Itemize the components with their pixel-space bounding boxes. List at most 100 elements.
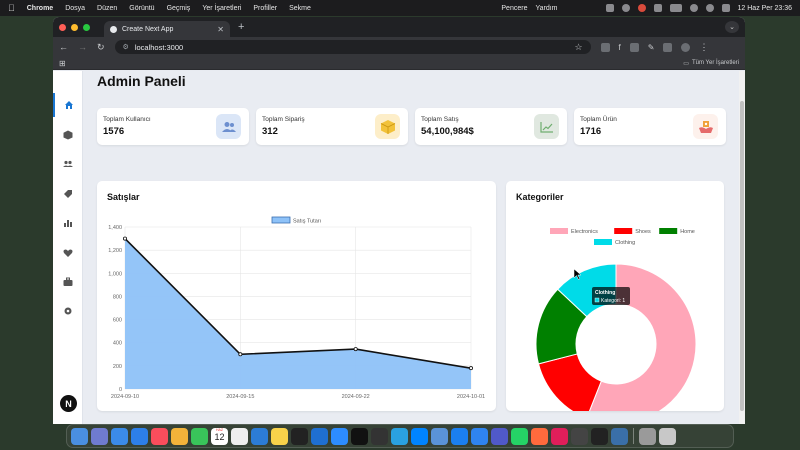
- menu-edit[interactable]: Düzen: [97, 5, 117, 12]
- extension-icon[interactable]: [629, 42, 639, 52]
- photos-icon[interactable]: [171, 427, 188, 445]
- messenger-icon[interactable]: [411, 427, 428, 445]
- font-extension-icon[interactable]: f: [619, 43, 621, 52]
- scrollbar-thumb[interactable]: [740, 101, 744, 411]
- tray-battery-icon[interactable]: [669, 4, 682, 12]
- terminal2-icon[interactable]: [371, 427, 388, 445]
- profile-avatar-icon[interactable]: [681, 42, 691, 52]
- sidebar-item-users[interactable]: [53, 152, 83, 176]
- more-menu-icon[interactable]: ⋮: [699, 42, 708, 53]
- sidebar-item-settings[interactable]: [53, 299, 83, 323]
- tray-record-icon[interactable]: [637, 4, 646, 12]
- address-bar[interactable]: ⚙ localhost:3000 ☆: [114, 40, 591, 54]
- tab-title: Create Next App: [122, 25, 174, 33]
- calendar-icon[interactable]: HAZ 12: [211, 427, 228, 445]
- legend-label: Shoes: [635, 229, 651, 235]
- chrome-icon[interactable]: [231, 427, 248, 445]
- eyedropper-icon[interactable]: ✎: [648, 43, 655, 52]
- terminal-icon[interactable]: [291, 427, 308, 445]
- y-tick-label: 800: [113, 294, 122, 300]
- whatsapp-icon[interactable]: [511, 427, 528, 445]
- sidebar-item-home[interactable]: [53, 93, 83, 117]
- sidebar-item-orders[interactable]: [53, 270, 83, 294]
- menu-help[interactable]: Yardım: [535, 5, 557, 12]
- data-point: [122, 236, 127, 241]
- tray-app-icon[interactable]: [605, 4, 614, 12]
- focus-icon[interactable]: [571, 427, 588, 445]
- menu-profiles[interactable]: Profiller: [253, 5, 277, 12]
- tray-sync-icon[interactable]: [621, 4, 630, 12]
- menu-bookmarks[interactable]: Yer İşaretleri: [202, 5, 241, 12]
- tab-close-icon[interactable]: ✕: [217, 25, 224, 34]
- all-bookmarks-link[interactable]: ▭ Tüm Yer İşaretleri: [683, 60, 739, 67]
- wifi-icon[interactable]: [689, 4, 698, 12]
- briefcase-icon: [63, 277, 73, 286]
- minimize-window-button[interactable]: [71, 23, 78, 31]
- sidebar: N: [53, 71, 83, 424]
- reload-icon[interactable]: ↻: [97, 42, 105, 53]
- preview-icon[interactable]: [431, 427, 448, 445]
- search-icon[interactable]: [705, 4, 714, 12]
- menu-file[interactable]: Dosya: [65, 5, 85, 12]
- forward-icon[interactable]: →: [78, 42, 87, 52]
- control-center-icon[interactable]: [721, 4, 730, 12]
- site-info-icon[interactable]: ⚙: [123, 43, 129, 51]
- vscode-icon[interactable]: [251, 427, 268, 445]
- menu-history[interactable]: Geçmiş: [167, 5, 191, 12]
- extension-icon[interactable]: [600, 42, 610, 52]
- notes-icon[interactable]: [271, 427, 288, 445]
- finder-icon[interactable]: [71, 427, 88, 445]
- menu-window[interactable]: Pencere: [501, 5, 527, 12]
- outlook-icon[interactable]: [311, 427, 328, 445]
- back-icon[interactable]: ←: [59, 42, 68, 52]
- maximize-window-button[interactable]: [83, 23, 90, 31]
- stat-value: 54,100,984$: [421, 126, 474, 137]
- music-icon[interactable]: [151, 427, 168, 445]
- tray-play-icon[interactable]: [653, 4, 662, 12]
- slack-icon[interactable]: [551, 427, 568, 445]
- new-tab-button[interactable]: +: [238, 21, 244, 33]
- appstore-icon[interactable]: [471, 427, 488, 445]
- xcode-icon[interactable]: [451, 427, 468, 445]
- y-tick-label: 400: [113, 341, 122, 347]
- menu-tab[interactable]: Sekme: [289, 5, 311, 12]
- calculator-icon[interactable]: [639, 427, 656, 445]
- sidebar-item-favorites[interactable]: [53, 241, 83, 265]
- facetime-icon[interactable]: [191, 427, 208, 445]
- screens-icon[interactable]: [611, 427, 628, 445]
- sidebar-item-products[interactable]: [53, 123, 83, 147]
- close-window-button[interactable]: [59, 23, 66, 31]
- tab-search-chevron-icon[interactable]: ⌄: [725, 21, 739, 33]
- page-scrollbar[interactable]: [739, 71, 745, 424]
- categories-doughnut-chart[interactable]: Electronics Shoes Home Clothing Clothing Kate…: [506, 181, 724, 411]
- menu-view[interactable]: Görüntü: [129, 5, 154, 12]
- apple-icon[interactable]: : [8, 3, 15, 13]
- sidebar-item-analytics[interactable]: [53, 211, 83, 235]
- calendar-day: 12: [214, 431, 225, 442]
- apps-grid-icon[interactable]: ⊞: [59, 59, 66, 68]
- x-tick-label: 2024-09-22: [342, 394, 370, 400]
- nextjs-logo[interactable]: N: [60, 395, 77, 412]
- zoom-icon[interactable]: [331, 427, 348, 445]
- legend-label: Home: [680, 229, 695, 235]
- menu-app-name[interactable]: Chrome: [27, 5, 53, 12]
- telegram-icon[interactable]: [391, 427, 408, 445]
- bookmark-star-icon[interactable]: ☆: [574, 42, 582, 53]
- puzzle-extensions-icon[interactable]: [663, 42, 673, 52]
- safari-icon[interactable]: [111, 427, 128, 445]
- pen-icon[interactable]: [531, 427, 548, 445]
- sidebar-item-tags[interactable]: [53, 182, 83, 206]
- capcut-icon[interactable]: [591, 427, 608, 445]
- mail-icon[interactable]: [131, 427, 148, 445]
- legend-swatch: [271, 216, 291, 224]
- trash-icon[interactable]: [659, 427, 676, 445]
- sales-line-chart[interactable]: Satış Tutarı 0 200 400 600 800 1,000 1,200 1,400…: [97, 181, 496, 411]
- github-icon[interactable]: [351, 427, 368, 445]
- browser-tab[interactable]: Create Next App ✕: [104, 21, 230, 37]
- launchpad-icon[interactable]: [91, 427, 108, 445]
- teams-icon[interactable]: [491, 427, 508, 445]
- legend-swatch: [659, 228, 678, 234]
- menu-clock[interactable]: 12 Haz Per 23:36: [738, 5, 792, 12]
- browser-window: Create Next App ✕ + ⌄ ← → ↻ ⚙ localhost:…: [53, 17, 745, 424]
- stat-label: Toplam Kullanıcı: [103, 116, 151, 123]
